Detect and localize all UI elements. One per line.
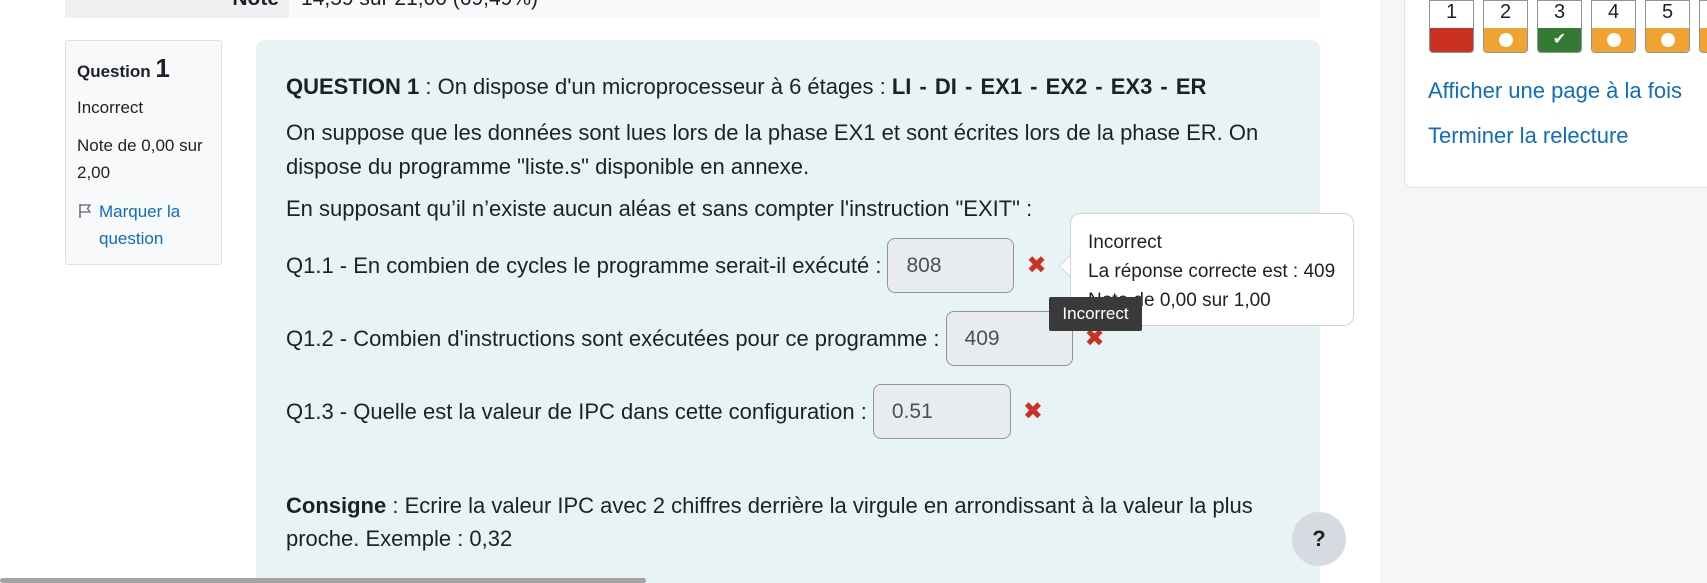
finish-review-link[interactable]: Terminer la relecture bbox=[1428, 123, 1629, 149]
grade-summary-label-cell: Note bbox=[65, 0, 289, 18]
partial-state-bar bbox=[1484, 28, 1527, 52]
subquestion-label: Q1.2 - Combien d'instructions sont exécu… bbox=[286, 325, 940, 351]
flag-question-link[interactable]: Marquer la question bbox=[77, 198, 210, 252]
question-nav-button-5[interactable]: 5 bbox=[1645, 0, 1690, 53]
question-instruction: Consigne : Ecrire la valeur IPC avec 2 c… bbox=[286, 489, 1296, 555]
partial-state-bar bbox=[1592, 28, 1635, 52]
flag-question-label: Marquer la question bbox=[99, 202, 181, 248]
question-nav-number: 1 bbox=[1430, 1, 1473, 30]
question-title: QUESTION 1 : On dispose d'un microproces… bbox=[286, 74, 1206, 100]
correct-state-bar: ✔ bbox=[1538, 28, 1581, 52]
question-status: Incorrect bbox=[77, 98, 144, 117]
incorrect-x-icon: ✖ bbox=[1026, 251, 1047, 279]
pipeline-stages: LI - DI - EX1 - EX2 - EX3 - ER bbox=[891, 74, 1207, 99]
partial-dot-icon bbox=[1606, 33, 1621, 47]
answer-field[interactable]: 0.51 bbox=[872, 384, 1011, 439]
help-button[interactable]: ? bbox=[1292, 512, 1346, 566]
question-grade: Note de 0,00 sur 2,00 bbox=[77, 136, 203, 182]
grade-summary-row: Note 14,59 sur 21,00 (69,49%) bbox=[65, 0, 1320, 18]
grade-summary-value: 14,59 sur 21,00 (69,49%) bbox=[301, 0, 538, 11]
answer-field[interactable]: 808 bbox=[887, 238, 1015, 293]
question-number: 1 bbox=[155, 53, 170, 83]
instruction-label: Consigne bbox=[286, 493, 387, 518]
show-one-page-link[interactable]: Afficher une page à la fois bbox=[1428, 78, 1682, 104]
question-nav-button-4[interactable]: 4 bbox=[1591, 0, 1636, 53]
question-nav-button-2[interactable]: 2 bbox=[1483, 0, 1528, 53]
question-nav-number: 2 bbox=[1484, 1, 1527, 30]
popover-correct-answer: La réponse correcte est : 409 bbox=[1088, 261, 1336, 282]
incorrect-tooltip: Incorrect bbox=[1049, 297, 1142, 331]
grade-summary-label: Note bbox=[232, 0, 279, 11]
partial-dot-icon bbox=[1660, 33, 1675, 47]
question-nav-button-3[interactable]: 3 ✔ bbox=[1537, 0, 1582, 53]
incorrect-state-bar bbox=[1430, 28, 1473, 52]
question-nav-number: 4 bbox=[1592, 1, 1635, 30]
partial-state-bar bbox=[1700, 28, 1707, 52]
subquestion-row: Q1.3 - Quelle est la valeur de IPC dans … bbox=[286, 384, 1043, 439]
question-nav-button-1[interactable]: 1 bbox=[1429, 0, 1474, 53]
instruction-text: : Ecrire la valeur IPC avec 2 chiffres d… bbox=[286, 493, 1253, 551]
horizontal-scrollbar[interactable] bbox=[0, 578, 646, 583]
question-paragraph: On suppose que les données sont lues lor… bbox=[286, 120, 1259, 179]
subquestion-label: Q1.3 - Quelle est la valeur de IPC dans … bbox=[286, 398, 867, 424]
question-number-heading: Question 1 bbox=[77, 53, 210, 84]
question-assumption: En supposant qu’il n’existe aucun aléas … bbox=[286, 196, 1033, 221]
subquestion-label: Q1.1 - En combien de cycles le programme… bbox=[286, 252, 882, 278]
flag-icon bbox=[79, 204, 92, 218]
question-nav-button-partial[interactable] bbox=[1699, 0, 1707, 53]
check-icon: ✔ bbox=[1552, 31, 1567, 48]
subquestion-row: Q1.1 - En combien de cycles le programme… bbox=[286, 238, 1047, 293]
question-title-prefix: QUESTION 1 bbox=[286, 74, 420, 99]
partial-dot-icon bbox=[1498, 33, 1513, 47]
question-nav-number: 3 bbox=[1538, 1, 1581, 30]
question-label: Question bbox=[77, 62, 151, 81]
incorrect-x-icon: ✖ bbox=[1022, 397, 1043, 425]
question-nav-number: 5 bbox=[1646, 1, 1689, 30]
question-title-text: : On dispose d'un microprocesseur à 6 ét… bbox=[419, 74, 892, 99]
question-info-box: Question 1 Incorrect Note de 0,00 sur 2,… bbox=[65, 40, 222, 265]
partial-state-bar bbox=[1646, 28, 1689, 52]
subquestion-row: Q1.2 - Combien d'instructions sont exécu… bbox=[286, 311, 1105, 366]
popover-status: Incorrect bbox=[1088, 232, 1162, 253]
